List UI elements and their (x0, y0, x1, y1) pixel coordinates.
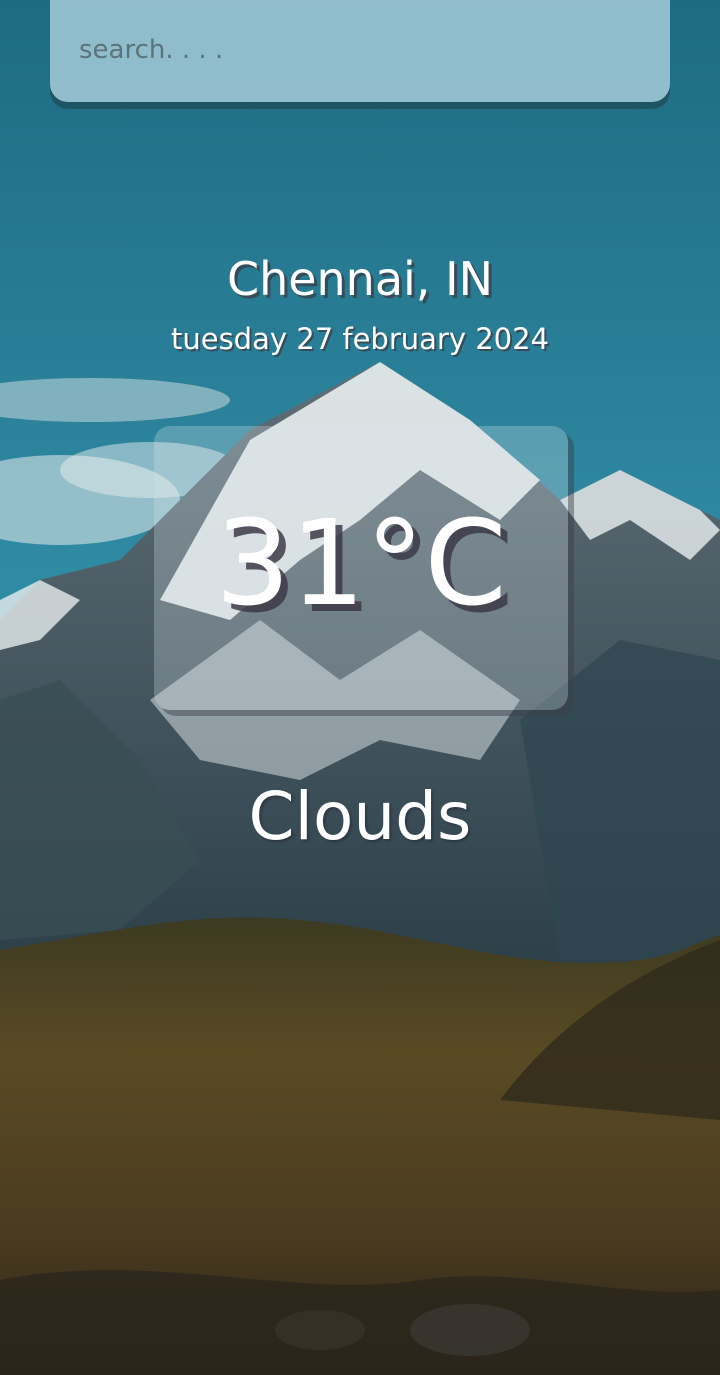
weather-screen: Chennai, IN tuesday 27 february 2024 31°… (0, 0, 720, 1375)
temperature-value: 31°C (215, 494, 507, 632)
temperature-card: 31°C (154, 426, 568, 710)
search-input[interactable] (79, 26, 639, 74)
location-label: Chennai, IN (226, 252, 494, 306)
date-label: tuesday 27 february 2024 (170, 322, 550, 356)
search-bar[interactable] (50, 0, 670, 102)
weather-condition: Clouds (248, 778, 472, 855)
